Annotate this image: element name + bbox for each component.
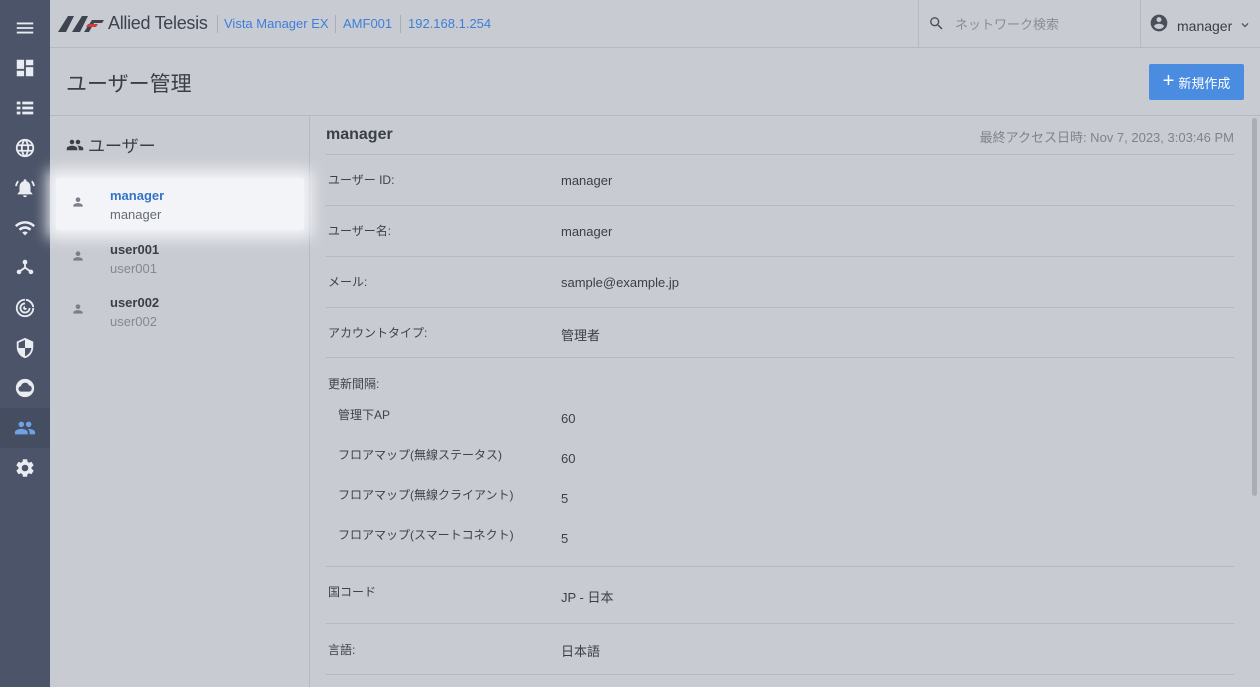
plus-icon: + [1162, 70, 1175, 92]
user-name-label: ユーザー名: [328, 224, 392, 238]
email-value: sample@example.jp [561, 275, 679, 290]
menu-icon[interactable] [0, 8, 50, 48]
email-label: メール: [328, 275, 368, 289]
page-title: ユーザー管理 [66, 73, 192, 96]
user-login-name: manager [110, 207, 162, 222]
refresh-floormap-status-label: フロアマップ(無線ステータス) [338, 448, 502, 462]
users-icon [66, 139, 84, 150]
brand-logo[interactable]: Allied Telesis [58, 13, 208, 34]
user-name-value: manager [561, 224, 613, 239]
person-icon [71, 249, 85, 268]
row-divider [326, 674, 1234, 675]
person-icon [71, 195, 85, 214]
user-menu-name: manager [1177, 17, 1233, 34]
cloud-icon[interactable] [0, 368, 50, 408]
refresh-floormap-smartconnect-label: フロアマップ(スマートコネクト) [338, 528, 514, 542]
panel-divider [309, 116, 310, 687]
row-divider [326, 566, 1234, 567]
user-id-value: manager [561, 173, 613, 188]
row-divider [326, 307, 1234, 308]
user-login-name: user002 [110, 314, 157, 329]
person-icon [71, 302, 85, 321]
brand-name: Allied Telesis [108, 13, 208, 33]
search-input[interactable] [953, 12, 1127, 36]
users-icon[interactable] [0, 408, 50, 448]
country-code-value: JP - 日本 [561, 590, 614, 605]
row-divider [326, 623, 1234, 624]
shield-icon[interactable] [0, 328, 50, 368]
row-divider [326, 357, 1234, 358]
header-divider [50, 115, 1260, 116]
breadcrumb-amf[interactable]: AMF001 [343, 16, 392, 31]
refresh-floormap-client-label: フロアマップ(無線クライアント) [338, 488, 514, 502]
account-type-label: アカウントタイプ: [328, 326, 428, 340]
user-list-title: ユーザー [88, 137, 156, 156]
breadcrumb-separator [400, 15, 401, 33]
top-bar: Allied Telesis Vista Manager EX AMF001 1… [50, 0, 1260, 48]
wifi-icon[interactable] [0, 208, 50, 248]
breadcrumb-product[interactable]: Vista Manager EX [224, 16, 329, 31]
account-type-value: 管理者 [561, 328, 601, 343]
user-login-name: user001 [110, 261, 157, 276]
refresh-ap-value: 60 [561, 411, 576, 426]
detail-title: manager [326, 126, 393, 143]
new-user-button-label: 新規作成 [1178, 75, 1231, 91]
network-search [918, 0, 1141, 47]
allied-telesis-logo-icon [58, 15, 104, 32]
globe-icon[interactable] [0, 128, 50, 168]
user-menu[interactable]: manager [1149, 13, 1252, 38]
last-access-time: 最終アクセス日時: Nov 7, 2023, 3:03:46 PM [979, 130, 1234, 145]
user-list-item-user001[interactable]: user001 user001 [56, 232, 304, 284]
refresh-floormap-client-value: 5 [561, 491, 569, 506]
radar-icon[interactable] [0, 288, 50, 328]
list-icon[interactable] [0, 88, 50, 128]
row-divider [326, 205, 1234, 206]
breadcrumb-ip[interactable]: 192.168.1.254 [408, 16, 491, 31]
account-circle-icon [1149, 13, 1169, 38]
row-divider [326, 256, 1234, 257]
country-code-label: 国コード [328, 585, 377, 599]
breadcrumb-separator [217, 15, 218, 33]
user-display-name: user002 [110, 295, 160, 310]
search-icon[interactable] [928, 15, 945, 32]
user-list-item-user002[interactable]: user002 user002 [56, 285, 304, 337]
user-display-name: user001 [110, 242, 160, 257]
side-nav [0, 0, 50, 687]
breadcrumb-separator [335, 15, 336, 33]
row-divider [326, 154, 1234, 155]
language-label: 言語: [328, 643, 356, 657]
refresh-interval-label: 更新間隔: [328, 377, 380, 391]
detail-scrollbar[interactable] [1252, 118, 1257, 496]
user-list-item-manager[interactable]: manager manager [56, 178, 304, 230]
chevron-down-icon [1232, 15, 1252, 37]
refresh-floormap-smartconnect-value: 5 [561, 531, 569, 546]
user-id-label: ユーザー ID: [328, 173, 395, 187]
refresh-ap-label: 管理下AP [338, 408, 391, 422]
language-value: 日本語 [561, 644, 601, 659]
user-display-name: manager [110, 188, 165, 203]
new-user-button[interactable]: + 新規作成 [1149, 64, 1244, 100]
user-list-heading: ユーザー [66, 132, 156, 157]
alarm-icon[interactable] [0, 168, 50, 208]
dashboard-icon[interactable] [0, 48, 50, 88]
refresh-floormap-status-value: 60 [561, 451, 576, 466]
topology-icon[interactable] [0, 248, 50, 288]
settings-icon[interactable] [0, 448, 50, 488]
